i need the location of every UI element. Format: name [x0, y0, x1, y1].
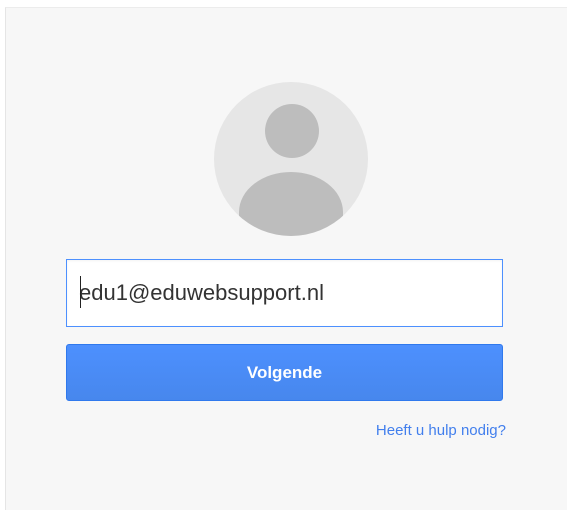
avatar-head-shape — [265, 104, 319, 158]
next-button[interactable]: Volgende — [66, 344, 503, 401]
avatar-body-shape — [239, 172, 343, 236]
help-link[interactable]: Heeft u hulp nodig? — [376, 422, 506, 439]
text-caret — [80, 276, 81, 308]
avatar-icon — [214, 82, 368, 236]
email-field[interactable] — [66, 259, 503, 327]
